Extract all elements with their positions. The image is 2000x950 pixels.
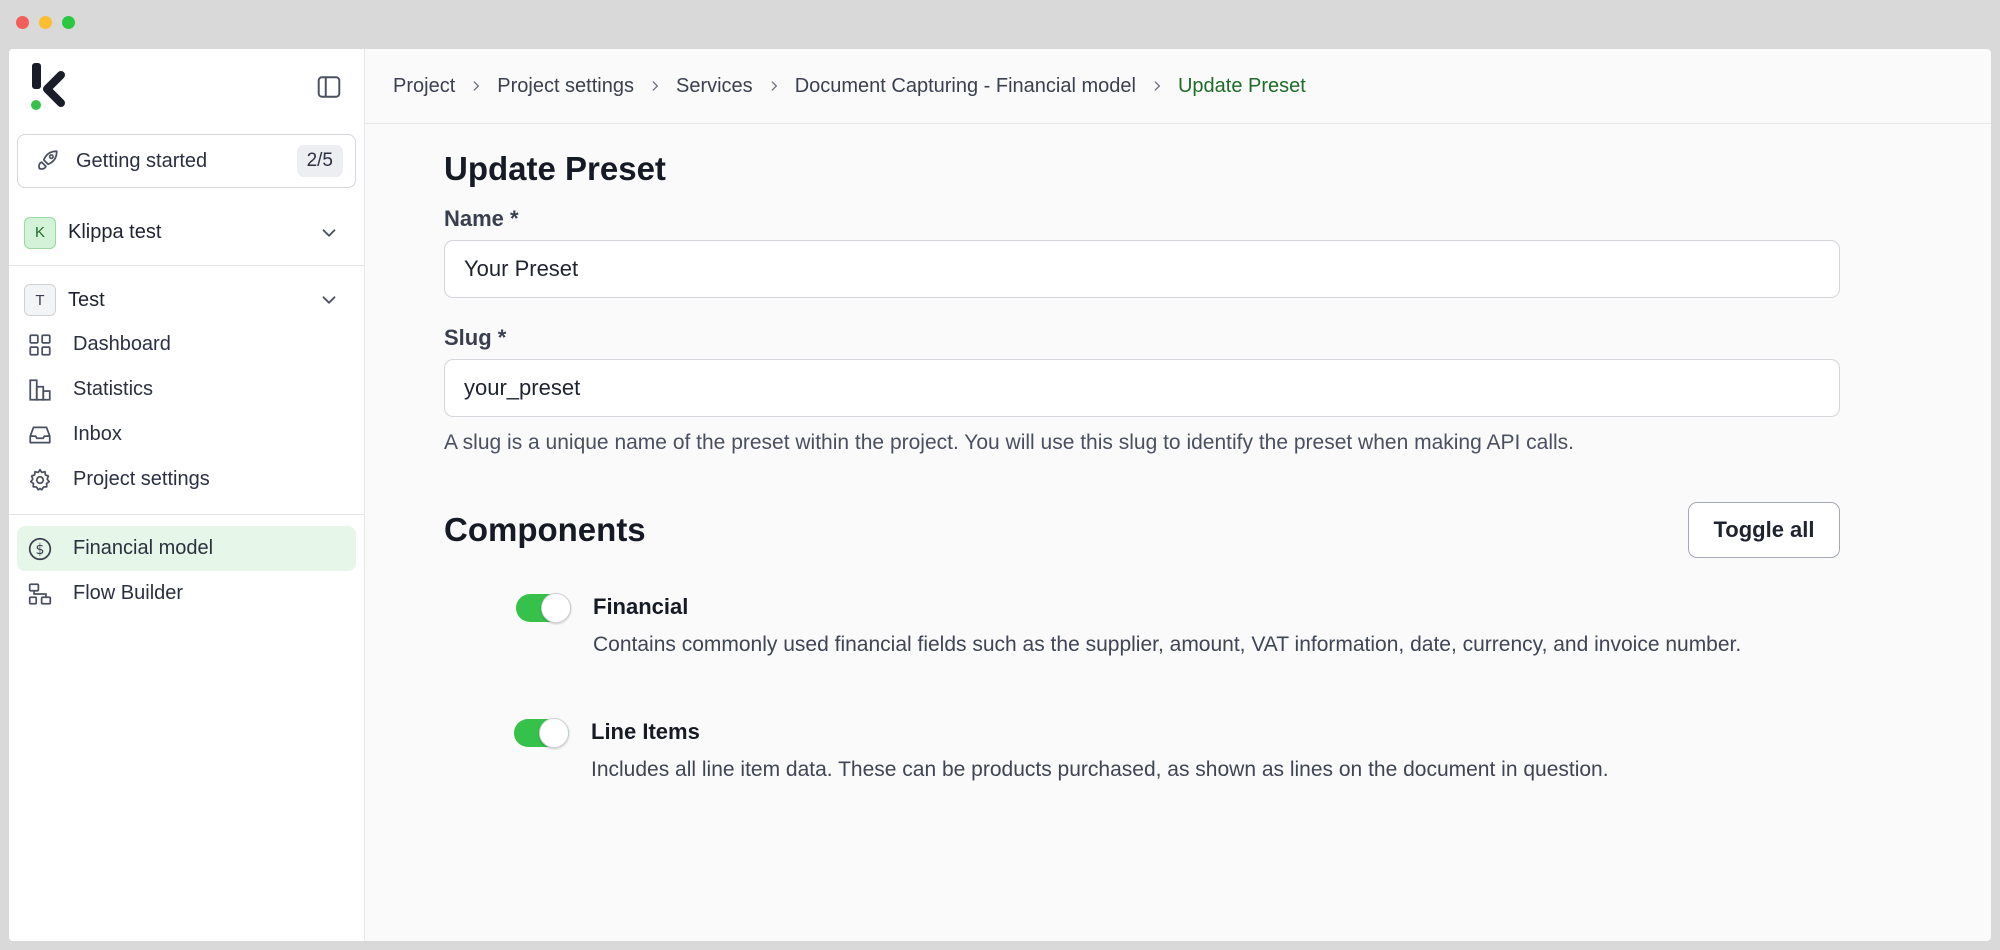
toggle-knob — [541, 593, 571, 623]
financial-toggle[interactable] — [516, 593, 571, 623]
zoom-window-button[interactable] — [62, 16, 75, 29]
breadcrumb-project[interactable]: Project — [393, 75, 455, 98]
project-avatar: T — [24, 284, 56, 316]
project-nav: T Test Dashboard Statistics Inbox Projec… — [9, 266, 364, 515]
progress-badge: 2/5 — [296, 145, 343, 177]
main-content: Project Project settings Services Docume… — [365, 49, 1991, 941]
chevron-down-icon — [322, 296, 336, 304]
component-financial: Financial Contains commonly used financi… — [516, 590, 1840, 661]
sidebar-item-label: Project settings — [73, 468, 210, 490]
preset-form: Update Preset Name * Your Preset Slug * … — [365, 150, 1840, 786]
project-name: Test — [68, 288, 105, 311]
sidebar: Getting started 2/5 K Klippa test T Test… — [9, 49, 365, 941]
bar-chart-icon — [29, 378, 51, 401]
sidebar-item-inbox[interactable]: Inbox — [9, 412, 364, 457]
sidebar-item-label: Financial model — [73, 537, 214, 559]
sidebar-item-label: Flow Builder — [73, 582, 184, 604]
components-header: Components Toggle all — [444, 502, 1840, 558]
chevron-right-icon — [771, 81, 777, 91]
slug-label: Slug * — [444, 325, 507, 350]
breadcrumb-project-settings[interactable]: Project settings — [497, 75, 634, 98]
inbox-icon — [29, 426, 51, 443]
close-window-button[interactable] — [16, 16, 29, 29]
breadcrumb: Project Project settings Services Docume… — [365, 49, 1991, 124]
breadcrumb-service[interactable]: Document Capturing - Financial model — [795, 75, 1136, 98]
gear-icon — [29, 468, 51, 491]
toggle-knob — [539, 718, 569, 748]
sidebar-header — [9, 49, 364, 124]
slug-input[interactable]: your_preset — [444, 359, 1840, 417]
name-input[interactable]: Your Preset — [444, 240, 1840, 298]
component-description: Contains commonly used financial fields … — [593, 633, 1742, 656]
window-controls — [16, 16, 75, 29]
sidebar-item-label: Dashboard — [73, 333, 171, 355]
line-items-toggle[interactable] — [514, 718, 569, 748]
sidebar-item-statistics[interactable]: Statistics — [9, 367, 364, 412]
sidebar-item-flow-builder[interactable]: Flow Builder — [9, 571, 364, 616]
breadcrumb-current: Update Preset — [1177, 74, 1306, 97]
svg-text:$: $ — [36, 541, 45, 557]
chevron-right-icon — [473, 81, 480, 91]
toggle-all-button[interactable]: Toggle all — [1688, 502, 1840, 558]
name-label: Name * — [444, 206, 519, 231]
grid-icon — [29, 333, 51, 356]
chevron-down-icon — [322, 228, 336, 237]
klippa-logo-icon[interactable] — [21, 59, 73, 115]
workspace-avatar: K — [24, 216, 56, 249]
sidebar-toggle-icon[interactable] — [316, 74, 342, 100]
sidebar-item-project-settings[interactable]: Project settings — [9, 457, 364, 502]
sidebar-item-label: Inbox — [73, 423, 122, 445]
dollar-circle-icon: $ — [28, 537, 52, 560]
breadcrumb-services[interactable]: Services — [676, 75, 753, 98]
component-title: Financial — [593, 594, 689, 619]
component-title: Line Items — [591, 719, 700, 744]
minimize-window-button[interactable] — [39, 16, 52, 29]
workspace-name: Klippa test — [68, 221, 162, 243]
workspace-selector[interactable]: K Klippa test — [9, 200, 364, 266]
chevron-right-icon — [652, 81, 658, 91]
sidebar-item-dashboard[interactable]: Dashboard — [9, 322, 364, 367]
services-nav: $ Financial model Flow Builder — [9, 515, 364, 616]
component-line-items: Line Items Includes all line item data. … — [514, 715, 1840, 786]
rocket-icon — [38, 150, 58, 170]
page-title: Update Preset — [444, 150, 666, 187]
components-title: Components — [444, 511, 646, 548]
sidebar-item-label: Statistics — [73, 378, 154, 400]
chevron-right-icon — [1154, 81, 1160, 91]
sidebar-item-financial-model[interactable]: $ Financial model — [17, 526, 356, 571]
component-description: Includes all line item data. These can b… — [591, 758, 1609, 781]
flow-icon — [28, 582, 52, 605]
getting-started-label: Getting started — [76, 149, 208, 172]
getting-started-button[interactable]: Getting started 2/5 — [17, 134, 356, 188]
app-window: Getting started 2/5 K Klippa test T Test… — [9, 49, 1991, 941]
slug-hint: A slug is a unique name of the preset wi… — [444, 431, 1574, 454]
